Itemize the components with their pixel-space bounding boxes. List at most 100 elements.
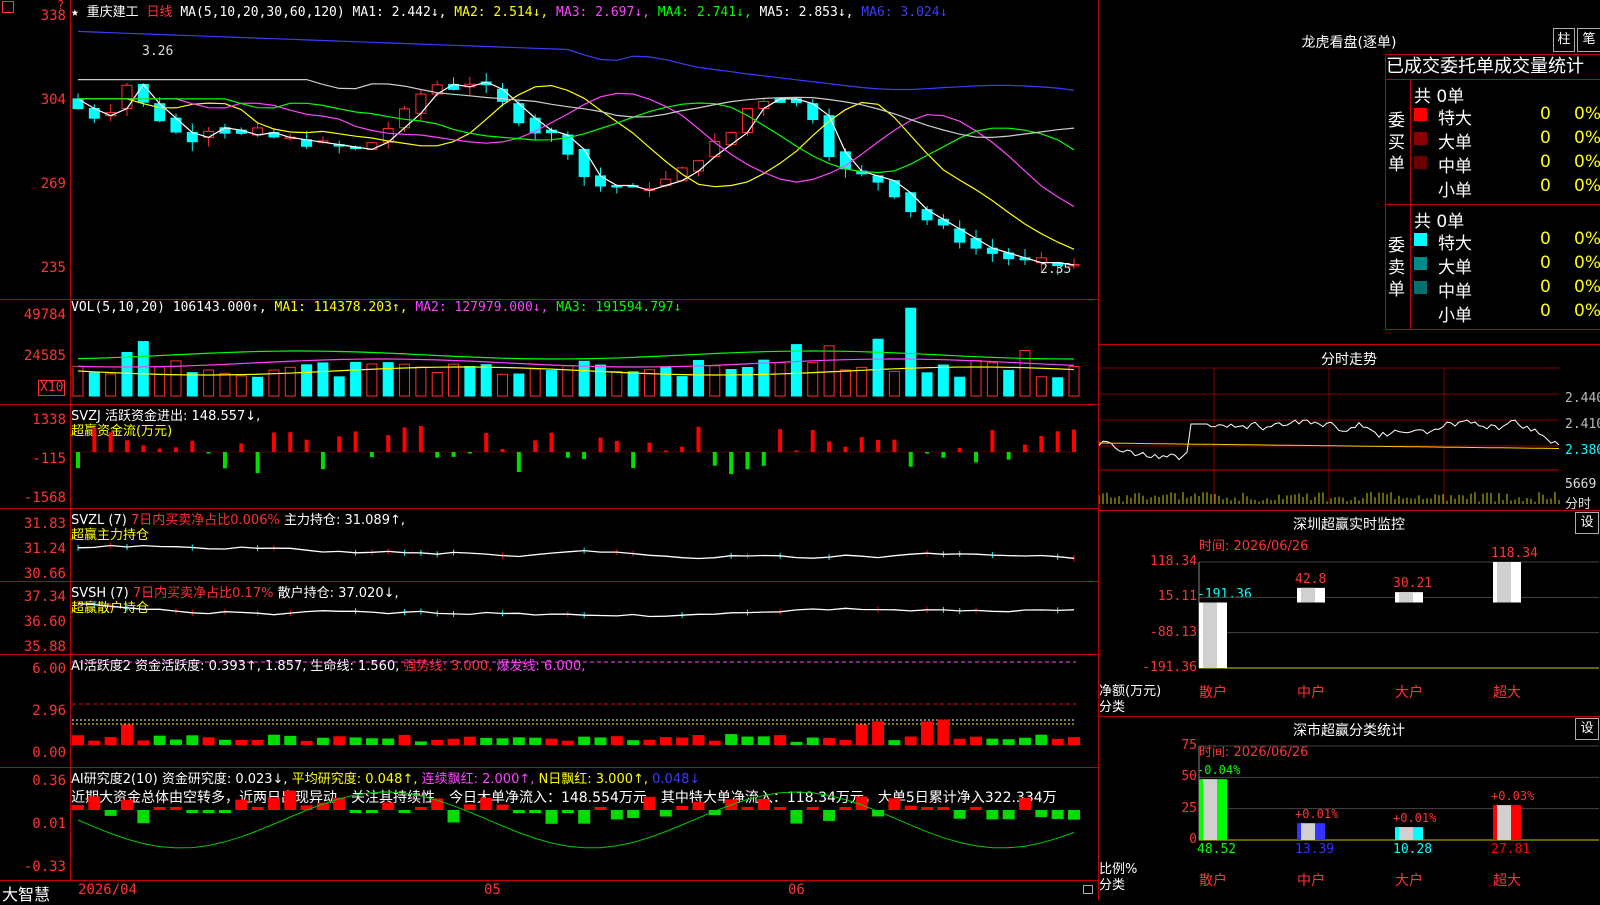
research-bar [235, 799, 248, 810]
volume-bar [137, 341, 149, 397]
activity-bar [186, 735, 199, 745]
volume-pane[interactable]: 49784 24585 X10 VOL(5,10,20) 106143.000↑… [0, 299, 1098, 405]
activity-bar [153, 735, 166, 745]
activity-bar [904, 736, 917, 745]
ai-activity-pane[interactable]: 6.00 2.96 0.00 AI活跃度2 资金活跃度: 0.393↑, 1.8… [0, 654, 1098, 768]
dragon-row: 特大 0 0% [1414, 229, 1600, 254]
activity-bar [447, 738, 460, 745]
intraday-panel[interactable]: 分时走势 2.440 2.410 2.380 5669 分时 [1098, 344, 1600, 512]
volume-bar [415, 366, 427, 397]
category-bar-shine [1399, 827, 1413, 840]
activity-bar [937, 719, 950, 745]
research-bar [986, 810, 999, 820]
classify-panel[interactable]: 深市超赢分类统计 设 时间: 2026/06/26 比例% 分类 75 50 25 0… [1098, 716, 1600, 900]
dragon-row-name: 小单 [1438, 306, 1472, 326]
svsh-pane[interactable]: 37.34 36.60 35.88 SVSH (7) 7日内买卖净占比0.17%… [0, 581, 1098, 655]
activity-bar [1002, 739, 1015, 745]
volume-bar [105, 373, 117, 397]
research-bar [594, 807, 607, 810]
ai-activity-chart[interactable] [0, 654, 1098, 767]
dragon-row: 特大 0 0% [1414, 104, 1600, 129]
bar-mode-button[interactable]: 柱 [1553, 28, 1575, 52]
volume-bar [529, 368, 541, 397]
activity-bar [1019, 737, 1032, 745]
kline-chart[interactable] [0, 0, 1098, 299]
activity-bar [921, 721, 934, 745]
research-bar [202, 810, 215, 813]
ai-research-pane[interactable]: 0.36 0.01 -0.33 AI研究度2(10) 资金研究度: 0.023↓… [0, 767, 1098, 881]
activity-bar [169, 739, 182, 745]
kline-pane[interactable]: 338 304 269 235 ? ★ 重庆建工 日线 MA(5,10,20,3… [0, 0, 1098, 300]
dragon-swatch [1414, 305, 1427, 318]
activity-bar [120, 724, 133, 745]
activity-bar [398, 734, 411, 745]
activity-bar [741, 736, 754, 745]
research-bar [267, 797, 280, 810]
activity-bar [953, 738, 966, 745]
volume-bar [284, 366, 296, 397]
research-bar [823, 810, 836, 821]
research-bar [643, 796, 656, 810]
dragon-row-count: 0 [1540, 229, 1551, 249]
research-bar [676, 805, 689, 810]
volume-bar [774, 362, 786, 397]
volume-bar [758, 359, 770, 397]
volume-bar [611, 371, 623, 397]
monitor-chart[interactable] [1099, 510, 1600, 716]
activity-bar [725, 734, 738, 745]
monitor-panel[interactable]: 深圳超赢实时监控 设 时间: 2026/06/26 净额(万元) 分类 118.… [1098, 510, 1600, 717]
flow-bar [337, 436, 342, 452]
svzj-pane[interactable]: 1338 -115 -1568 SVZJ 活跃资金进出: 148.557↓, 超… [0, 404, 1098, 509]
svsh-chart[interactable] [0, 581, 1098, 654]
ma-line [78, 98, 1075, 174]
volume-bar [464, 365, 476, 397]
dragon-swatch [1414, 233, 1427, 246]
flow-bar [108, 432, 113, 452]
flow-bar [778, 429, 783, 452]
tick-mode-button[interactable]: 笔 [1577, 28, 1600, 52]
activity-bar [496, 738, 509, 745]
candle-body [415, 93, 427, 114]
buy-label: 委买单 [1388, 111, 1405, 175]
volume-chart[interactable] [0, 299, 1098, 404]
flow-bar [451, 452, 456, 457]
candle-body [741, 108, 753, 134]
flow-bar [925, 452, 930, 454]
flow-bar [239, 443, 244, 452]
svzl-chart[interactable] [0, 508, 1098, 581]
volume-bar [709, 365, 721, 397]
ai-research-chart[interactable] [0, 767, 1098, 880]
flow-bar [533, 440, 538, 452]
dragon-title: 龙虎看盘(逐单) [1301, 35, 1397, 51]
classify-chart[interactable] [1099, 716, 1600, 900]
activity-bar [594, 737, 607, 745]
intraday-chart[interactable] [1099, 344, 1600, 510]
research-bar [970, 807, 983, 810]
dragon-row-count: 0 [1540, 277, 1551, 297]
buy-section: 委买单 共 0单 特大 0 0% 大单 0 0% 中单 0 0% 小单 0 0% [1385, 80, 1600, 205]
volume-bar [186, 372, 198, 397]
research-line [77, 791, 1075, 849]
buy-divider [1410, 80, 1411, 204]
volume-bar [88, 372, 100, 397]
activity-bar [267, 734, 280, 745]
activity-bar [790, 741, 803, 745]
volume-bar [954, 376, 966, 397]
flow-bar [565, 452, 570, 458]
candle-body [121, 84, 133, 109]
research-bar [414, 807, 427, 810]
category-bar-shine [1497, 562, 1511, 603]
svzl-pane[interactable]: 31.83 31.24 30.66 SVZL (7) 7日内买卖净占比0.006… [0, 508, 1098, 582]
flow-bar [892, 439, 897, 452]
candle-body [758, 100, 770, 109]
flow-bar [990, 430, 995, 452]
lock-icon[interactable] [1083, 885, 1093, 894]
dragon-row-count: 0 [1540, 253, 1551, 273]
svzj-chart[interactable] [0, 404, 1098, 508]
flow-bar [467, 452, 472, 454]
dragon-row-count: 0 [1540, 301, 1551, 321]
research-bar [72, 805, 84, 810]
category-bar-shine [1203, 602, 1217, 668]
candle-body [692, 160, 704, 172]
flow-bar [810, 429, 815, 452]
